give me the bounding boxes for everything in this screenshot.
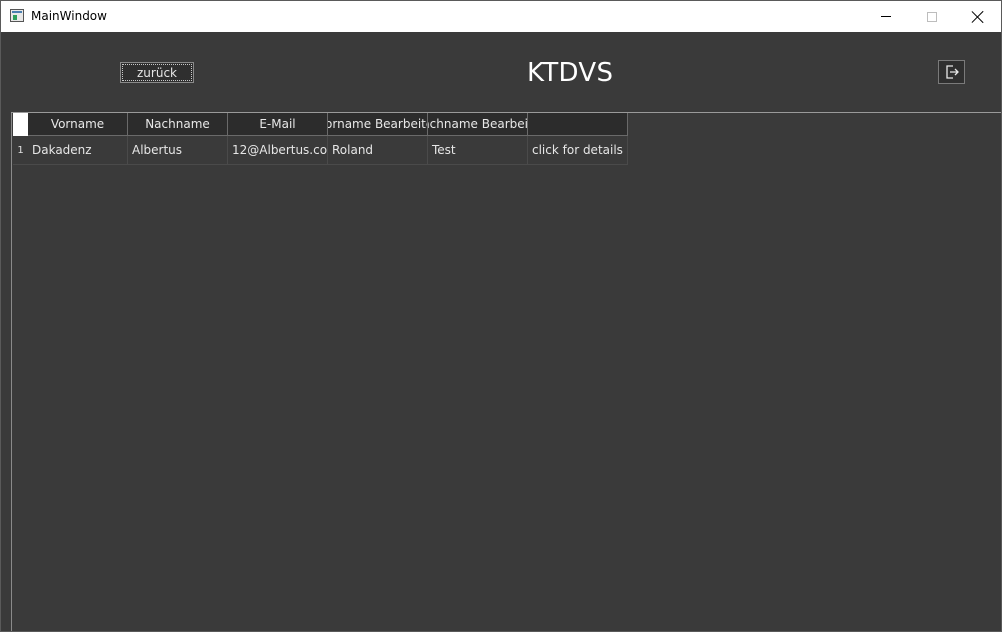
table-row[interactable]: Dakadenz Albertus 12@Albertus.co... Rola… bbox=[28, 136, 628, 165]
column-header-details[interactable] bbox=[528, 113, 628, 136]
column-header-nachname-bearbeiter[interactable]: achname Bearbeit bbox=[428, 113, 528, 136]
cell-nachname-bearbeiter[interactable]: Test bbox=[428, 136, 528, 165]
close-button[interactable] bbox=[955, 1, 1001, 32]
column-header-email[interactable]: E-Mail bbox=[228, 113, 328, 136]
cell-nachname[interactable]: Albertus bbox=[128, 136, 228, 165]
minimize-button[interactable] bbox=[863, 1, 909, 32]
row-header[interactable]: 1 bbox=[13, 136, 28, 165]
logout-icon bbox=[945, 65, 959, 79]
cell-email[interactable]: 12@Albertus.co... bbox=[228, 136, 328, 165]
cell-details-link[interactable]: click for details bbox=[528, 136, 628, 165]
data-table[interactable]: Vorname Nachname E-Mail 'orname Bearbeit… bbox=[11, 113, 1001, 631]
maximize-icon bbox=[927, 11, 937, 22]
table-corner-button[interactable] bbox=[13, 113, 28, 136]
app-icon bbox=[10, 9, 24, 22]
column-header-vorname[interactable]: Vorname bbox=[28, 113, 128, 136]
close-icon bbox=[972, 11, 984, 23]
logout-button[interactable] bbox=[938, 60, 965, 84]
window-title: MainWindow bbox=[31, 9, 107, 23]
column-header-vorname-bearbeiter[interactable]: 'orname Bearbeite bbox=[328, 113, 428, 136]
back-button[interactable]: zurück bbox=[120, 62, 194, 83]
page-title: KTDVS bbox=[527, 58, 614, 88]
main-window: MainWindow zurück KTDVS Vorname Nachname… bbox=[0, 0, 1002, 632]
table-header-row: Vorname Nachname E-Mail 'orname Bearbeit… bbox=[28, 113, 628, 136]
column-header-nachname[interactable]: Nachname bbox=[128, 113, 228, 136]
cell-vorname[interactable]: Dakadenz bbox=[28, 136, 128, 165]
minimize-icon bbox=[881, 16, 891, 17]
cell-vorname-bearbeiter[interactable]: Roland bbox=[328, 136, 428, 165]
maximize-button[interactable] bbox=[909, 1, 955, 32]
title-bar[interactable]: MainWindow bbox=[1, 1, 1001, 32]
